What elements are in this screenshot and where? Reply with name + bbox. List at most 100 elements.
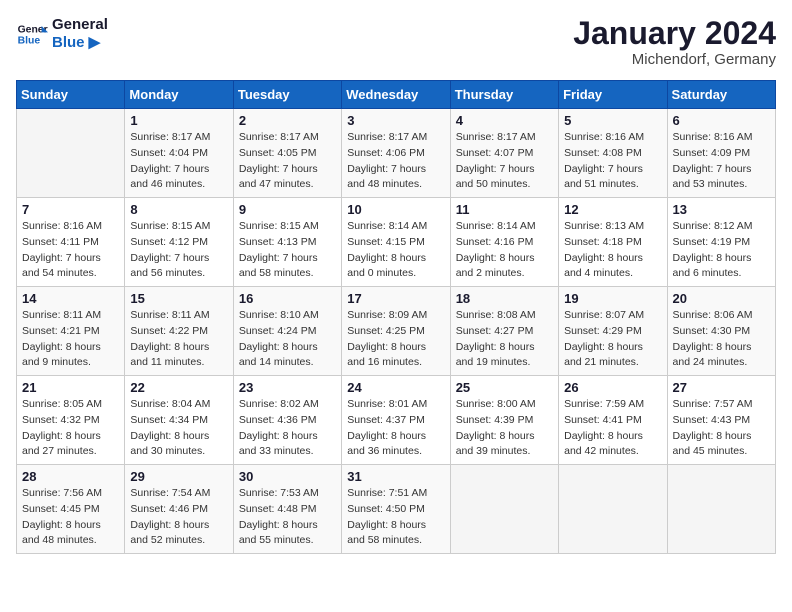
day-detail: Sunrise: 8:17 AMSunset: 4:07 PMDaylight:…	[456, 130, 553, 193]
logo-icon: General Blue	[16, 18, 48, 50]
day-detail: Sunrise: 8:01 AMSunset: 4:37 PMDaylight:…	[347, 397, 444, 460]
calendar-table: SundayMondayTuesdayWednesdayThursdayFrid…	[16, 80, 776, 554]
day-header-sunday: Sunday	[17, 81, 125, 109]
day-number: 3	[347, 113, 444, 128]
calendar-cell: 24 Sunrise: 8:01 AMSunset: 4:37 PMDayligh…	[342, 376, 450, 465]
day-detail: Sunrise: 7:53 AMSunset: 4:48 PMDaylight:…	[239, 486, 336, 549]
day-number: 16	[239, 291, 336, 306]
calendar-cell: 18 Sunrise: 8:08 AMSunset: 4:27 PMDayligh…	[450, 287, 558, 376]
day-detail: Sunrise: 8:05 AMSunset: 4:32 PMDaylight:…	[22, 397, 119, 460]
calendar-cell: 30 Sunrise: 7:53 AMSunset: 4:48 PMDayligh…	[233, 465, 341, 554]
day-header-thursday: Thursday	[450, 81, 558, 109]
calendar-cell: 12 Sunrise: 8:13 AMSunset: 4:18 PMDayligh…	[559, 198, 667, 287]
calendar-cell: 10 Sunrise: 8:14 AMSunset: 4:15 PMDayligh…	[342, 198, 450, 287]
day-header-saturday: Saturday	[667, 81, 775, 109]
day-number: 2	[239, 113, 336, 128]
day-detail: Sunrise: 8:16 AMSunset: 4:11 PMDaylight:…	[22, 219, 119, 282]
day-number: 4	[456, 113, 553, 128]
page-header: General Blue General Blue ▶ January 2024…	[16, 16, 776, 68]
day-detail: Sunrise: 8:17 AMSunset: 4:06 PMDaylight:…	[347, 130, 444, 193]
day-number: 14	[22, 291, 119, 306]
day-detail: Sunrise: 8:16 AMSunset: 4:09 PMDaylight:…	[673, 130, 770, 193]
day-number: 10	[347, 202, 444, 217]
day-detail: Sunrise: 7:56 AMSunset: 4:45 PMDaylight:…	[22, 486, 119, 549]
calendar-cell: 28 Sunrise: 7:56 AMSunset: 4:45 PMDayligh…	[17, 465, 125, 554]
calendar-header-row: SundayMondayTuesdayWednesdayThursdayFrid…	[17, 81, 776, 109]
calendar-cell: 20Sunrise: 8:06 AMSunset: 4:30 PMDayligh…	[667, 287, 775, 376]
day-detail: Sunrise: 8:16 AMSunset: 4:08 PMDaylight:…	[564, 130, 661, 193]
day-number: 23	[239, 380, 336, 395]
day-number: 1	[130, 113, 227, 128]
calendar-cell: 23 Sunrise: 8:02 AMSunset: 4:36 PMDayligh…	[233, 376, 341, 465]
day-header-friday: Friday	[559, 81, 667, 109]
location: Michendorf, Germany	[573, 51, 776, 68]
day-detail: Sunrise: 8:10 AMSunset: 4:24 PMDaylight:…	[239, 308, 336, 371]
calendar-cell: 14 Sunrise: 8:11 AMSunset: 4:21 PMDayligh…	[17, 287, 125, 376]
day-number: 19	[564, 291, 661, 306]
day-number: 31	[347, 469, 444, 484]
svg-text:Blue: Blue	[18, 36, 41, 47]
calendar-cell: 16 Sunrise: 8:10 AMSunset: 4:24 PMDayligh…	[233, 287, 341, 376]
calendar-cell: 7Sunrise: 8:16 AMSunset: 4:11 PMDaylight…	[17, 198, 125, 287]
calendar-cell	[559, 465, 667, 554]
day-detail: Sunrise: 8:04 AMSunset: 4:34 PMDaylight:…	[130, 397, 227, 460]
calendar-cell: 25Sunrise: 8:00 AMSunset: 4:39 PMDayligh…	[450, 376, 558, 465]
day-detail: Sunrise: 7:57 AMSunset: 4:43 PMDaylight:…	[673, 397, 770, 460]
day-number: 15	[130, 291, 227, 306]
calendar-cell: 8Sunrise: 8:15 AMSunset: 4:12 PMDaylight…	[125, 198, 233, 287]
calendar-cell: 27 Sunrise: 7:57 AMSunset: 4:43 PMDayligh…	[667, 376, 775, 465]
day-number: 30	[239, 469, 336, 484]
day-number: 26	[564, 380, 661, 395]
month-title: January 2024	[573, 16, 776, 51]
day-header-wednesday: Wednesday	[342, 81, 450, 109]
calendar-cell: 13 Sunrise: 8:12 AMSunset: 4:19 PMDayligh…	[667, 198, 775, 287]
calendar-cell: 19 Sunrise: 8:07 AMSunset: 4:29 PMDayligh…	[559, 287, 667, 376]
day-detail: Sunrise: 8:02 AMSunset: 4:36 PMDaylight:…	[239, 397, 336, 460]
logo-text-general: General	[52, 16, 108, 34]
calendar-cell	[667, 465, 775, 554]
calendar-cell: 1Sunrise: 8:17 AMSunset: 4:04 PMDaylight…	[125, 109, 233, 198]
day-number: 18	[456, 291, 553, 306]
day-detail: Sunrise: 8:08 AMSunset: 4:27 PMDaylight:…	[456, 308, 553, 371]
calendar-cell	[17, 109, 125, 198]
day-number: 9	[239, 202, 336, 217]
day-number: 13	[673, 202, 770, 217]
day-number: 21	[22, 380, 119, 395]
day-detail: Sunrise: 8:00 AMSunset: 4:39 PMDaylight:…	[456, 397, 553, 460]
day-header-tuesday: Tuesday	[233, 81, 341, 109]
day-detail: Sunrise: 8:15 AMSunset: 4:12 PMDaylight:…	[130, 219, 227, 282]
day-detail: Sunrise: 8:15 AMSunset: 4:13 PMDaylight:…	[239, 219, 336, 282]
day-number: 12	[564, 202, 661, 217]
day-number: 22	[130, 380, 227, 395]
day-detail: Sunrise: 7:59 AMSunset: 4:41 PMDaylight:…	[564, 397, 661, 460]
calendar-cell: 17 Sunrise: 8:09 AMSunset: 4:25 PMDayligh…	[342, 287, 450, 376]
day-detail: Sunrise: 8:12 AMSunset: 4:19 PMDaylight:…	[673, 219, 770, 282]
calendar-cell: 11Sunrise: 8:14 AMSunset: 4:16 PMDayligh…	[450, 198, 558, 287]
calendar-week-5: 28 Sunrise: 7:56 AMSunset: 4:45 PMDayligh…	[17, 465, 776, 554]
title-area: January 2024 Michendorf, Germany	[573, 16, 776, 68]
day-detail: Sunrise: 7:51 AMSunset: 4:50 PMDaylight:…	[347, 486, 444, 549]
day-detail: Sunrise: 8:13 AMSunset: 4:18 PMDaylight:…	[564, 219, 661, 282]
calendar-cell: 4 Sunrise: 8:17 AMSunset: 4:07 PMDaylight…	[450, 109, 558, 198]
calendar-cell: 9 Sunrise: 8:15 AMSunset: 4:13 PMDaylight…	[233, 198, 341, 287]
day-number: 17	[347, 291, 444, 306]
day-number: 24	[347, 380, 444, 395]
day-detail: Sunrise: 8:17 AMSunset: 4:05 PMDaylight:…	[239, 130, 336, 193]
day-detail: Sunrise: 8:14 AMSunset: 4:15 PMDaylight:…	[347, 219, 444, 282]
day-detail: Sunrise: 8:11 AMSunset: 4:21 PMDaylight:…	[22, 308, 119, 371]
calendar-cell: 29Sunrise: 7:54 AMSunset: 4:46 PMDayligh…	[125, 465, 233, 554]
calendar-cell: 21 Sunrise: 8:05 AMSunset: 4:32 PMDayligh…	[17, 376, 125, 465]
calendar-week-2: 7Sunrise: 8:16 AMSunset: 4:11 PMDaylight…	[17, 198, 776, 287]
logo: General Blue General Blue ▶	[16, 16, 108, 52]
calendar-cell: 6Sunrise: 8:16 AMSunset: 4:09 PMDaylight…	[667, 109, 775, 198]
calendar-week-3: 14 Sunrise: 8:11 AMSunset: 4:21 PMDayligh…	[17, 287, 776, 376]
day-detail: Sunrise: 8:06 AMSunset: 4:30 PMDaylight:…	[673, 308, 770, 371]
calendar-cell: 5 Sunrise: 8:16 AMSunset: 4:08 PMDaylight…	[559, 109, 667, 198]
logo-text-blue: Blue ▶	[52, 34, 108, 52]
day-number: 28	[22, 469, 119, 484]
day-detail: Sunrise: 8:09 AMSunset: 4:25 PMDaylight:…	[347, 308, 444, 371]
day-number: 5	[564, 113, 661, 128]
calendar-cell	[450, 465, 558, 554]
day-detail: Sunrise: 8:07 AMSunset: 4:29 PMDaylight:…	[564, 308, 661, 371]
day-number: 27	[673, 380, 770, 395]
